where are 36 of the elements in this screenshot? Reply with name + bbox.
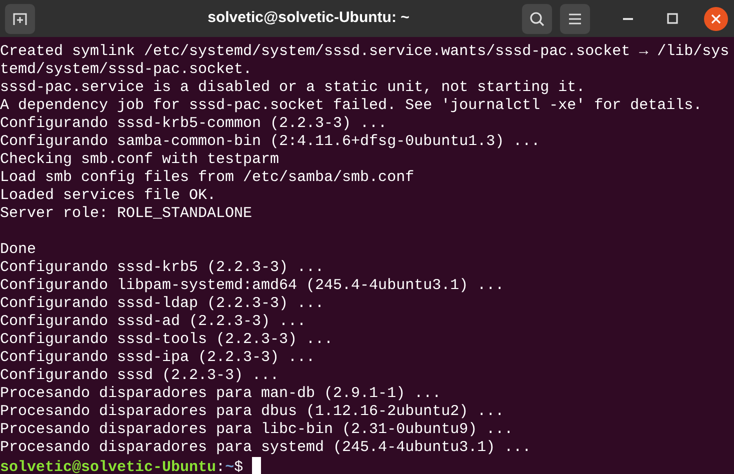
menu-icon [568,12,582,24]
output-line: Created symlink /etc/systemd/system/sssd.service.wants/sssd-pac.socket → /lib/systemd/system/sssd-pac.socket. [0,43,730,79]
new-tab-button[interactable] [5,4,35,34]
output-line: Configurando sssd-ldap (2.2.3-3) ... [0,295,326,313]
prompt-symbol: $ [234,459,244,474]
output-line: Configurando sssd (2.2.3-3) ... [0,367,280,385]
close-button[interactable] [704,6,728,30]
menu-button[interactable] [560,4,590,34]
output-line: Load smb config files from /etc/samba/smb.conf [0,169,416,187]
prompt-path: ~ [225,459,234,474]
output-line: Configurando sssd-tools (2.2.3-3) ... [0,331,334,349]
output-line: Configurando sssd-ad (2.2.3-3) ... [0,313,308,331]
output-line: Procesando disparadores para systemd (245.4-4ubuntu3.1) ... [0,439,532,457]
window-title: solvetic@solvetic-Ubuntu: ~ [206,8,410,28]
output-line: Configurando samba-common-bin (2:4.11.6+dfsg-0ubuntu1.3) ... [0,133,542,151]
output-line: Server role: ROLE_STANDALONE [0,205,254,223]
output-line: sssd-pac.service is a disabled or a static unit, not starting it. [0,79,586,97]
search-button[interactable] [522,4,552,34]
output-line: Configurando sssd-krb5-common (2.2.3-3) ... [0,115,388,133]
close-icon [711,14,721,24]
output-line: Configurando sssd-krb5 (2.2.3-3) ... [0,259,326,277]
output-line: Procesando disparadores para libc-bin (2.31-0ubuntu9) ... [0,421,514,439]
output-line: Configurando sssd-ipa (2.2.3-3) ... [0,349,316,367]
output-line: Loaded services file OK. [0,187,218,205]
minimize-icon [623,18,633,20]
prompt-user-host: solvetic@solvetic-Ubuntu [0,459,216,474]
output-line: Configurando libpam-systemd:amd64 (245.4-4ubuntu3.1) ... [0,277,506,295]
output-line: Procesando disparadores para dbus (1.12.16-2ubuntu2) ... [0,403,506,421]
output-line: A dependency job for sssd-pac.socket failed. See 'journalctl -xe' for details. [0,97,704,115]
search-icon [529,10,545,26]
new-tab-icon [12,10,28,26]
output-line: Procesando disparadores para man-db (2.9.1-1) ... [0,385,442,403]
output-line: Checking smb.conf with testparm [0,151,280,169]
prompt-separator: : [216,459,226,474]
maximize-icon [666,13,678,24]
output-line: Done [0,241,38,259]
